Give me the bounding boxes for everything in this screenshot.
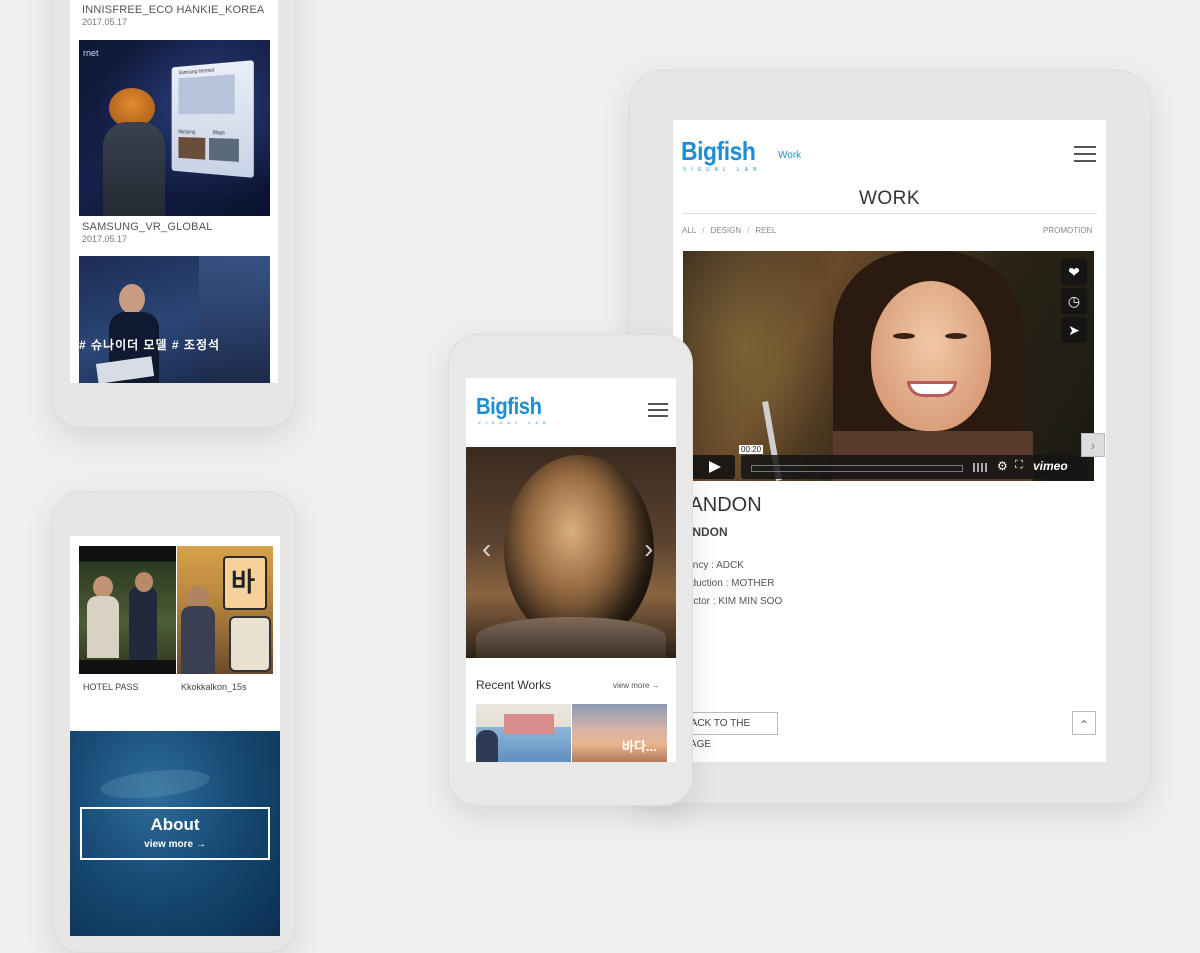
play-icon [709, 461, 721, 473]
phone-about: HOTEL PASS 바 Kkokkalkon_15s About view m… [52, 491, 296, 953]
tablet-device: Bigfish VISUAL LAB Work WORK ALL / DESIGN /… [629, 70, 1151, 804]
filter-promotion[interactable]: PROMOTION [1043, 226, 1092, 235]
work-item-date: 2017.05.17 [82, 234, 128, 244]
phone-logo-sub: VISUAL LAB [478, 420, 551, 425]
recent-works-view-more-link[interactable]: view more → [613, 681, 660, 690]
share-send-icon[interactable]: ➤ [1061, 317, 1087, 343]
work-thumbnail-samsung-vr[interactable]: rnet Samsung Internet Mahjong Maps [79, 40, 270, 216]
video-player[interactable]: ❤ ◷ ➤ 00:20 ⚙ ⛶ vimeo [683, 251, 1094, 481]
work-thumbnail-hotel-pass[interactable] [79, 546, 176, 674]
filter-separator: / [747, 226, 750, 235]
fullscreen-icon[interactable]: ⛶ [1015, 459, 1023, 472]
vr-tab-maps: Maps [212, 130, 225, 137]
play-button[interactable] [691, 455, 735, 479]
volume-bars[interactable] [973, 463, 989, 472]
recent-work-thumbnail[interactable]: 바다... [572, 704, 667, 762]
progress-bar[interactable] [751, 465, 963, 472]
vimeo-logo[interactable]: vimeo [1033, 459, 1068, 473]
filter-separator: / [702, 226, 705, 235]
about-title: About [150, 815, 200, 834]
about-view-more-link[interactable]: view more → [82, 839, 268, 850]
slider-prev-arrow-icon[interactable]: ‹ [482, 533, 491, 565]
settings-gear-icon[interactable]: ⚙ [997, 459, 1008, 473]
phone-logo[interactable]: Bigfish [476, 393, 542, 420]
phone-home-screen: Bigfish VISUAL LAB ‹ › Recent Works view… [466, 378, 676, 762]
work-item-date: 2017.05.17 [82, 17, 128, 27]
phone-work-list: INNISFREE_ECO HANKIE_KOREA 2017.05.17 rn… [52, 0, 296, 428]
work-item-title[interactable]: Kkokkalkon_15s [181, 682, 247, 692]
work-item-title[interactable]: SAMSUNG_VR_GLOBAL [82, 221, 213, 233]
next-arrow-icon[interactable]: › [1081, 433, 1105, 457]
person-face [119, 284, 145, 314]
tablet-screen: Bigfish VISUAL LAB Work WORK ALL / DESIGN /… [673, 120, 1106, 762]
work-thumbnail-schneider[interactable]: # 슈나이더 모델 # 조정석 [79, 256, 270, 383]
page-title: WORK [858, 188, 921, 209]
scroll-top-button[interactable]: ⌃ [1072, 711, 1096, 735]
work-item-title[interactable]: HOTEL PASS [83, 682, 139, 692]
tablet-logo-sub: VISUAL LAB [683, 167, 762, 173]
vr-panel-title: Samsung Internet [178, 67, 215, 77]
filter-all[interactable]: ALL [682, 226, 696, 235]
recent-works-title: Recent Works [476, 678, 552, 692]
work-thumbnail-kkokkalkon[interactable]: 바 [177, 546, 273, 674]
phone-about-screen: HOTEL PASS 바 Kkokkalkon_15s About view m… [70, 536, 280, 936]
work-item-title[interactable]: INNISFREE_ECO HANKIE_KOREA [82, 4, 264, 16]
about-banner: About view more → [70, 731, 280, 936]
video-time-label: 00:20 [739, 445, 764, 454]
vr-panel: Samsung Internet Mahjong Maps [171, 60, 254, 178]
menu-hamburger-icon[interactable] [648, 403, 668, 417]
person-face [871, 281, 991, 431]
title-divider [682, 213, 1097, 214]
menu-hamburger-icon[interactable] [1074, 146, 1096, 162]
hero-slider[interactable]: ‹ › [466, 447, 676, 658]
filter-design[interactable]: DESIGN [710, 226, 741, 235]
recent-work-thumbnail[interactable] [476, 704, 571, 762]
suit-collar [476, 617, 666, 658]
about-box[interactable]: About view more → [80, 807, 270, 860]
phone-work-list-screen: INNISFREE_ECO HANKIE_KOREA 2017.05.17 rn… [70, 0, 278, 383]
tablet-logo[interactable]: Bigfish [681, 136, 756, 167]
slider-next-arrow-icon[interactable]: › [644, 533, 653, 565]
person-body [103, 122, 165, 216]
filter-reel[interactable]: REEL [755, 226, 776, 235]
nav-work-label[interactable]: Work [778, 150, 801, 161]
watch-later-clock-icon[interactable]: ◷ [1061, 288, 1087, 314]
filter-nav: ALL / DESIGN / REEL [682, 226, 776, 235]
fish-shape [98, 765, 212, 803]
vr-brand-text: rnet [83, 48, 99, 58]
control-bar: ⚙ ⛶ vimeo [741, 455, 1087, 479]
korean-caption: # 슈나이더 모델 # 조정석 [79, 338, 221, 352]
vr-tab-mahjong: Mahjong [178, 129, 196, 136]
phone-home: Bigfish VISUAL LAB ‹ › Recent Works view… [448, 334, 693, 806]
like-heart-icon[interactable]: ❤ [1061, 259, 1087, 285]
